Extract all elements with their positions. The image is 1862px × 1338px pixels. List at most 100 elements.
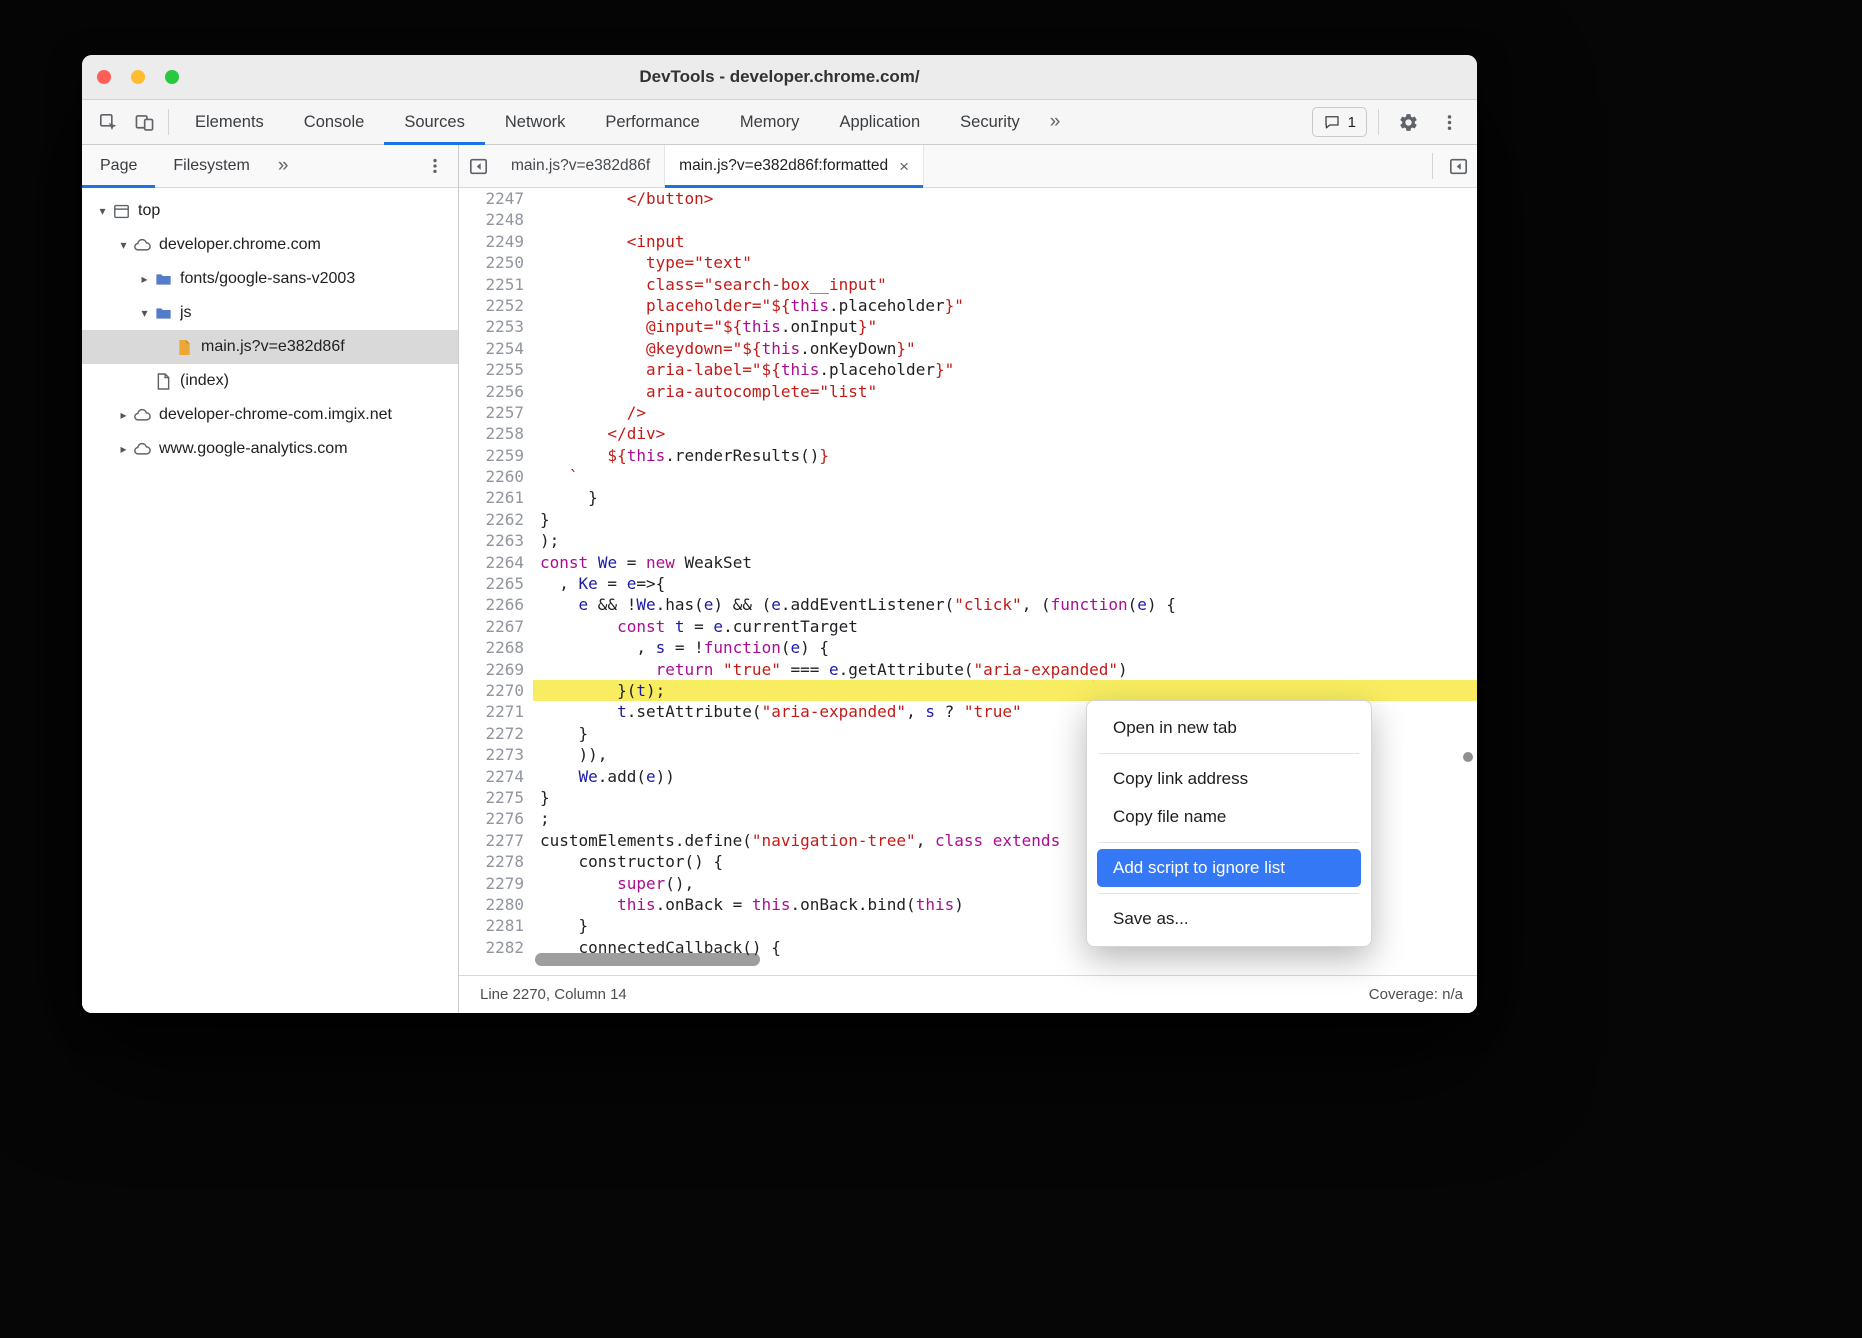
horizontal-scrollbar-thumb[interactable] xyxy=(535,953,760,966)
code-line[interactable]: 2247 </button> xyxy=(459,188,1477,209)
tree-item-www-google-analytics-com[interactable]: ▸www.google-analytics.com xyxy=(82,432,458,466)
line-number[interactable]: 2269 xyxy=(459,659,533,680)
navigator-kebab-icon[interactable] xyxy=(420,151,450,181)
tab-sources[interactable]: Sources xyxy=(384,100,485,144)
code-line[interactable]: 2250 type="text" xyxy=(459,252,1477,273)
line-number[interactable]: 2277 xyxy=(459,830,533,851)
line-number[interactable]: 2258 xyxy=(459,423,533,444)
code-line[interactable]: 2264const We = new WeakSet xyxy=(459,552,1477,573)
tree-item-developer-chrome-com[interactable]: ▾developer.chrome.com xyxy=(82,228,458,262)
code-line[interactable]: 2267 const t = e.currentTarget xyxy=(459,616,1477,637)
line-number[interactable]: 2268 xyxy=(459,637,533,658)
sidebar-tab-filesystem[interactable]: Filesystem xyxy=(155,145,267,187)
tree-item-main-js-v-e382d86f[interactable]: main.js?v=e382d86f xyxy=(82,330,458,364)
device-toolbar-icon[interactable] xyxy=(126,106,162,138)
code-line[interactable]: 2248 xyxy=(459,209,1477,230)
close-tab-icon[interactable]: × xyxy=(899,158,909,175)
line-number[interactable]: 2274 xyxy=(459,766,533,787)
tree-item-fonts-google-sans-v2003[interactable]: ▸fonts/google-sans-v2003 xyxy=(82,262,458,296)
code-line-text[interactable]: }(t); xyxy=(533,680,1477,701)
code-line[interactable]: 2259 ${this.renderResults()} xyxy=(459,445,1477,466)
code-line-text[interactable]: return "true" === e.getAttribute("aria-e… xyxy=(533,659,1477,680)
code-line[interactable]: 2265 , Ke = e=>{ xyxy=(459,573,1477,594)
line-number[interactable]: 2265 xyxy=(459,573,533,594)
vertical-scrollbar-thumb[interactable] xyxy=(1463,752,1473,762)
code-line[interactable]: 2266 e && !We.has(e) && (e.addEventListe… xyxy=(459,594,1477,615)
code-line-text[interactable]: } xyxy=(533,509,1477,530)
code-line[interactable]: 2251 class="search-box__input" xyxy=(459,274,1477,295)
toggle-debugger-sidebar-icon[interactable] xyxy=(1439,145,1477,187)
code-line-text[interactable]: , s = !function(e) { xyxy=(533,637,1477,658)
line-number[interactable]: 2278 xyxy=(459,851,533,872)
code-line[interactable]: 2263); xyxy=(459,530,1477,551)
code-line-text[interactable]: ${this.renderResults()} xyxy=(533,445,1477,466)
code-line[interactable]: 2255 aria-label="${this.placeholder}" xyxy=(459,359,1477,380)
code-line-text[interactable]: <input xyxy=(533,231,1477,252)
minimize-window-button[interactable] xyxy=(131,70,145,84)
line-number[interactable]: 2276 xyxy=(459,808,533,829)
disclosure-expanded-icon[interactable]: ▾ xyxy=(136,306,153,320)
tab-application[interactable]: Application xyxy=(819,100,940,144)
line-number[interactable]: 2251 xyxy=(459,274,533,295)
code-line-text[interactable]: ); xyxy=(533,530,1477,551)
code-line[interactable]: 2268 , s = !function(e) { xyxy=(459,637,1477,658)
code-line[interactable]: 2254 @keydown="${this.onKeyDown}" xyxy=(459,338,1477,359)
code-line-text[interactable]: @keydown="${this.onKeyDown}" xyxy=(533,338,1477,359)
disclosure-expanded-icon[interactable]: ▾ xyxy=(94,204,111,218)
code-line-text[interactable]: </button> xyxy=(533,188,1477,209)
code-line[interactable]: 2258 </div> xyxy=(459,423,1477,444)
more-options-kebab-icon[interactable] xyxy=(1431,106,1467,138)
code-line-text[interactable]: @input="${this.onInput}" xyxy=(533,316,1477,337)
line-number[interactable]: 2257 xyxy=(459,402,533,423)
more-panels-chevron-icon[interactable]: » xyxy=(1040,100,1071,144)
line-number[interactable]: 2262 xyxy=(459,509,533,530)
line-number[interactable]: 2266 xyxy=(459,594,533,615)
tab-performance[interactable]: Performance xyxy=(585,100,719,144)
code-line-text[interactable]: aria-label="${this.placeholder}" xyxy=(533,359,1477,380)
code-line-text[interactable]: const We = new WeakSet xyxy=(533,552,1477,573)
line-number[interactable]: 2279 xyxy=(459,873,533,894)
line-number[interactable]: 2271 xyxy=(459,701,533,722)
settings-gear-icon[interactable] xyxy=(1390,106,1426,138)
line-number[interactable]: 2261 xyxy=(459,487,533,508)
code-line-text[interactable]: e && !We.has(e) && (e.addEventListener("… xyxy=(533,594,1477,615)
line-number[interactable]: 2272 xyxy=(459,723,533,744)
disclosure-collapsed-icon[interactable]: ▸ xyxy=(115,442,132,456)
tree-item-developer-chrome-com-imgix-net[interactable]: ▸developer-chrome-com.imgix.net xyxy=(82,398,458,432)
code-line[interactable]: 2261 } xyxy=(459,487,1477,508)
tab-elements[interactable]: Elements xyxy=(175,100,284,144)
line-number[interactable]: 2249 xyxy=(459,231,533,252)
tab-memory[interactable]: Memory xyxy=(720,100,820,144)
toggle-navigator-icon[interactable] xyxy=(459,145,497,187)
line-number[interactable]: 2259 xyxy=(459,445,533,466)
zoom-window-button[interactable] xyxy=(165,70,179,84)
code-line-text[interactable]: </div> xyxy=(533,423,1477,444)
line-number[interactable]: 2281 xyxy=(459,915,533,936)
code-line-text[interactable]: placeholder="${this.placeholder}" xyxy=(533,295,1477,316)
line-number[interactable]: 2282 xyxy=(459,937,533,958)
code-line-text[interactable]: ` xyxy=(533,466,1477,487)
editor-tab-main-js-v-e382d86f[interactable]: main.js?v=e382d86f xyxy=(497,145,665,187)
code-line-text[interactable]: } xyxy=(533,487,1477,508)
code-line[interactable]: 2249 <input xyxy=(459,231,1477,252)
line-number[interactable]: 2253 xyxy=(459,316,533,337)
disclosure-collapsed-icon[interactable]: ▸ xyxy=(136,272,153,286)
line-number[interactable]: 2263 xyxy=(459,530,533,551)
editor-tab-main-js-v-e382d86f-formatted[interactable]: main.js?v=e382d86f:formatted× xyxy=(665,145,924,187)
tab-console[interactable]: Console xyxy=(284,100,385,144)
code-line[interactable]: 2260 ` xyxy=(459,466,1477,487)
more-navigator-tabs-chevron-icon[interactable]: » xyxy=(268,145,299,187)
menu-item-copy-file-name[interactable]: Copy file name xyxy=(1097,798,1361,836)
line-number[interactable]: 2273 xyxy=(459,744,533,765)
code-line[interactable]: 2270 }(t); xyxy=(459,680,1477,701)
tree-item-js[interactable]: ▾js xyxy=(82,296,458,330)
menu-item-add-script-to-ignore-list[interactable]: Add script to ignore list xyxy=(1097,849,1361,887)
line-number[interactable]: 2260 xyxy=(459,466,533,487)
code-line[interactable]: 2252 placeholder="${this.placeholder}" xyxy=(459,295,1477,316)
code-line[interactable]: 2256 aria-autocomplete="list" xyxy=(459,381,1477,402)
line-number[interactable]: 2248 xyxy=(459,209,533,230)
line-number[interactable]: 2252 xyxy=(459,295,533,316)
menu-item-save-as[interactable]: Save as... xyxy=(1097,900,1361,938)
sidebar-tab-page[interactable]: Page xyxy=(82,145,155,187)
code-line-text[interactable]: class="search-box__input" xyxy=(533,274,1477,295)
